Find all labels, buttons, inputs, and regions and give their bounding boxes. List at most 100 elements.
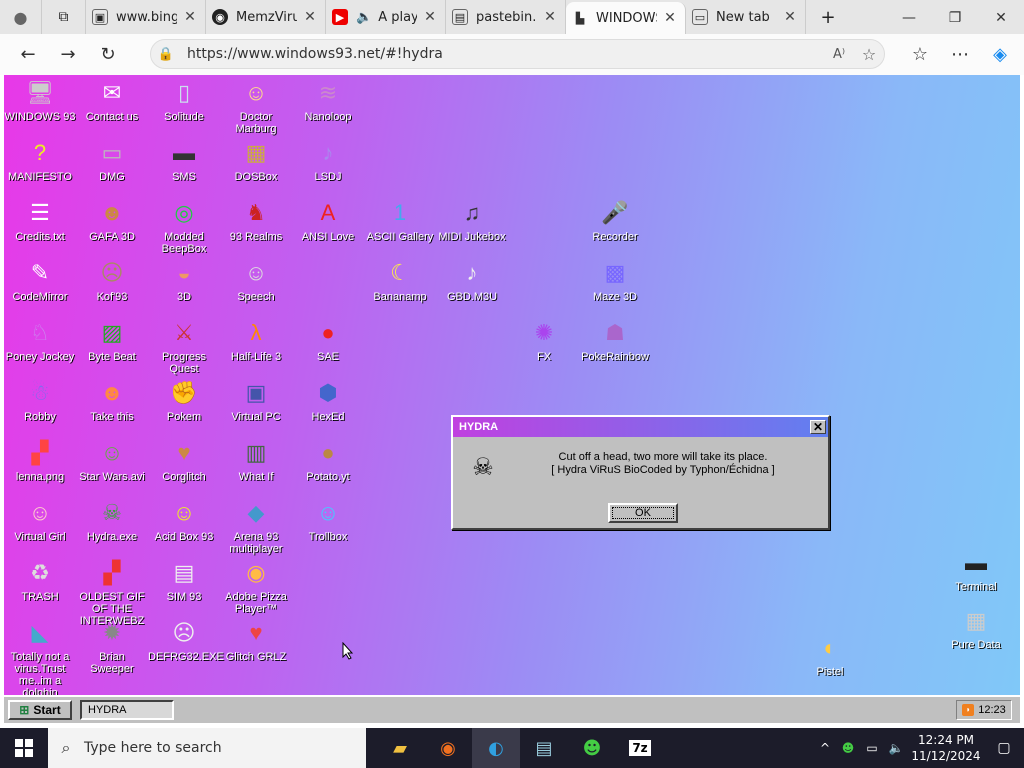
- new-tab-button[interactable]: +: [806, 0, 850, 34]
- address-bar[interactable]: 🔒 https://www.windows93.net/#!hydra A⁾ ☆: [150, 39, 885, 69]
- tab-github[interactable]: ◉ MemzVirus ✕: [206, 0, 326, 34]
- desktop-icon[interactable]: ▩ Maze 3D: [579, 257, 651, 304]
- speaker-icon[interactable]: 🔈: [356, 10, 372, 25]
- desktop-icon[interactable]: ? MANIFESTO: [4, 137, 76, 184]
- desktop-icon[interactable]: ⚔ Progress Quest: [148, 317, 220, 376]
- file-explorer-taskbar-button[interactable]: ▰: [376, 728, 424, 768]
- 7zip-taskbar-button[interactable]: 7z: [616, 728, 664, 768]
- desktop-icon[interactable]: ☺ Doctor Marburg: [220, 77, 292, 136]
- rss-icon[interactable]: ◗: [962, 704, 975, 716]
- copilot-button[interactable]: ◈: [980, 36, 1020, 72]
- close-tab-icon[interactable]: ✕: [181, 9, 199, 25]
- desktop-icon[interactable]: ☾ Bananamp: [364, 257, 436, 304]
- tab-actions-button[interactable]: ⧉: [42, 0, 86, 34]
- close-tab-icon[interactable]: ✕: [301, 9, 319, 25]
- read-aloud-icon[interactable]: A⁾: [824, 47, 854, 62]
- notification-icon[interactable]: ▢: [984, 740, 1024, 756]
- desktop-icon[interactable]: ☰ Credits.txt: [4, 197, 76, 244]
- desktop-icon[interactable]: ≋ Nanoloop: [292, 77, 364, 124]
- desktop-icon[interactable]: ▞ lenna.png: [4, 437, 76, 484]
- restore-button[interactable]: ❐: [932, 0, 978, 36]
- tab-pastebin[interactable]: ▤ pastebin.co ✕: [446, 0, 566, 34]
- minimize-button[interactable]: —: [886, 0, 932, 36]
- desktop-icon[interactable]: ▦ DOSBox: [220, 137, 292, 184]
- desktop-icon[interactable]: ◉ Adobe Pizza Player™: [220, 557, 292, 616]
- favorite-star-icon[interactable]: ☆: [854, 45, 884, 64]
- dialog-ok-button[interactable]: OK: [608, 503, 678, 523]
- desktop-icon[interactable]: ▭ DMG: [76, 137, 148, 184]
- desktop-icon[interactable]: ▣ Virtual PC: [220, 377, 292, 424]
- tab-bing[interactable]: ▣ www.bing.c ✕: [86, 0, 206, 34]
- desktop-icon[interactable]: ▯ Solitude: [148, 77, 220, 124]
- desktop-icon[interactable]: ◆ Arena 93 multiplayer: [220, 497, 292, 556]
- desktop-icon[interactable]: ● Potato.yt: [292, 437, 364, 484]
- desktop-icon[interactable]: ♘ Poney Jockey: [4, 317, 76, 364]
- desktop-icon[interactable]: ☺ Speech: [220, 257, 292, 304]
- desktop-icon[interactable]: ◐ Pistel: [794, 632, 866, 679]
- people-taskbar-button[interactable]: ☻: [568, 728, 616, 768]
- desktop-icon[interactable]: ◎ Modded BeepBox: [148, 197, 220, 256]
- desktop-icon[interactable]: ▬ Terminal: [940, 547, 1012, 594]
- dialog-titlebar[interactable]: HYDRA ✕: [453, 417, 828, 437]
- desktop-icon[interactable]: ☻ GAFA 3D: [76, 197, 148, 244]
- desktop-icon[interactable]: ☠ Hydra.exe: [76, 497, 148, 544]
- desktop-icon[interactable]: ▥ What If: [220, 437, 292, 484]
- desktop-icon[interactable]: ☹ DEFRG32.EXE: [148, 617, 224, 664]
- volume-icon[interactable]: 🔈: [884, 741, 908, 755]
- tab-new[interactable]: ▭ New tab ✕: [686, 0, 806, 34]
- desktop-icon[interactable]: A ANSI Love: [292, 197, 364, 244]
- close-tab-icon[interactable]: ✕: [781, 9, 799, 25]
- desktop-icon[interactable]: ▬ SMS: [148, 137, 220, 184]
- taskbar-clock[interactable]: 12:24 PM 11/12/2024: [908, 732, 984, 764]
- close-tab-icon[interactable]: ✕: [541, 9, 559, 25]
- edge-taskbar-button[interactable]: ◐: [472, 728, 520, 768]
- desktop-icon[interactable]: ☺ Star Wars.avi: [76, 437, 148, 484]
- dialog-close-button[interactable]: ✕: [810, 420, 826, 434]
- notepad-taskbar-button[interactable]: ▤: [520, 728, 568, 768]
- desktop-icon[interactable]: ✎ CodeMirror: [4, 257, 76, 304]
- desktop-icon[interactable]: ▨ Byte Beat: [76, 317, 148, 364]
- w93-task-hydra[interactable]: HYDRA: [80, 700, 174, 720]
- desktop-icon[interactable]: ◒ 3D: [148, 257, 220, 304]
- close-tab-icon[interactable]: ✕: [421, 9, 439, 25]
- tab-windows93[interactable]: ▙ WINDOWS ✕: [566, 2, 686, 34]
- desktop-icon[interactable]: ☺ Trollbox: [292, 497, 364, 544]
- desktop-icon[interactable]: ▤ SIM 93: [148, 557, 220, 604]
- forward-button[interactable]: →: [48, 37, 88, 73]
- back-button[interactable]: ←: [8, 37, 48, 73]
- desktop-icon[interactable]: λ Half-Life 3: [220, 317, 292, 364]
- desktop-icon[interactable]: ♥ Corglitch: [148, 437, 220, 484]
- desktop-icon[interactable]: ☹ Kof'93: [76, 257, 148, 304]
- desktop-icon[interactable]: ♻ TRASH: [4, 557, 76, 604]
- desktop-icon[interactable]: ✉ Contact us: [76, 77, 148, 124]
- desktop-icon[interactable]: ☻ Take this: [76, 377, 148, 424]
- people-tray-icon[interactable]: ☻: [836, 741, 860, 755]
- desktop-icon[interactable]: ☗ PokeRainbow: [579, 317, 651, 364]
- favorites-button[interactable]: ☆: [900, 36, 940, 72]
- desktop-icon[interactable]: ☃ Robby: [4, 377, 76, 424]
- desktop-icon[interactable]: ♫ MIDI Jukebox: [436, 197, 508, 244]
- more-button[interactable]: ⋯: [940, 36, 980, 72]
- url-text[interactable]: https://www.windows93.net/#!hydra: [181, 46, 824, 62]
- profile-button[interactable]: ●: [0, 0, 42, 34]
- firefox-taskbar-button[interactable]: ◉: [424, 728, 472, 768]
- desktop-icon[interactable]: ♪ GBD.M3U: [436, 257, 508, 304]
- close-tab-icon[interactable]: ✕: [661, 10, 679, 26]
- desktop-icon[interactable]: ✺ FX: [508, 317, 580, 364]
- taskbar-search-box[interactable]: ⌕ Type here to search: [48, 728, 366, 768]
- w93-start-button[interactable]: ⊞ Start: [8, 700, 72, 720]
- refresh-button[interactable]: ↻: [88, 37, 128, 73]
- desktop-icon[interactable]: ✊ Pokem: [148, 377, 220, 424]
- desktop-icon[interactable]: ⬢ HexEd: [292, 377, 364, 424]
- desktop-icon[interactable]: ☺ Acid Box 93: [148, 497, 220, 544]
- desktop-icon[interactable]: ♞ 93 Realms: [220, 197, 292, 244]
- tab-youtube[interactable]: ▶ 🔈 A play ✕: [326, 0, 446, 34]
- desktop-icon[interactable]: ◣ Totally not a virus.Trust me..im a dolp…: [4, 617, 76, 696]
- desktop-icon[interactable]: ♥ Glitch GRLZ: [220, 617, 292, 664]
- desktop-icon[interactable]: ✹ Brian Sweeper: [76, 617, 148, 676]
- desktop-icon[interactable]: ▦ Pure Data: [940, 605, 1012, 652]
- desktop-icon[interactable]: ☺ Virtual Girl: [4, 497, 76, 544]
- windows-start-button[interactable]: [0, 728, 48, 768]
- lock-icon[interactable]: 🔒: [151, 47, 181, 62]
- desktop-icon[interactable]: 🖥 WINDOWS 93: [4, 77, 76, 124]
